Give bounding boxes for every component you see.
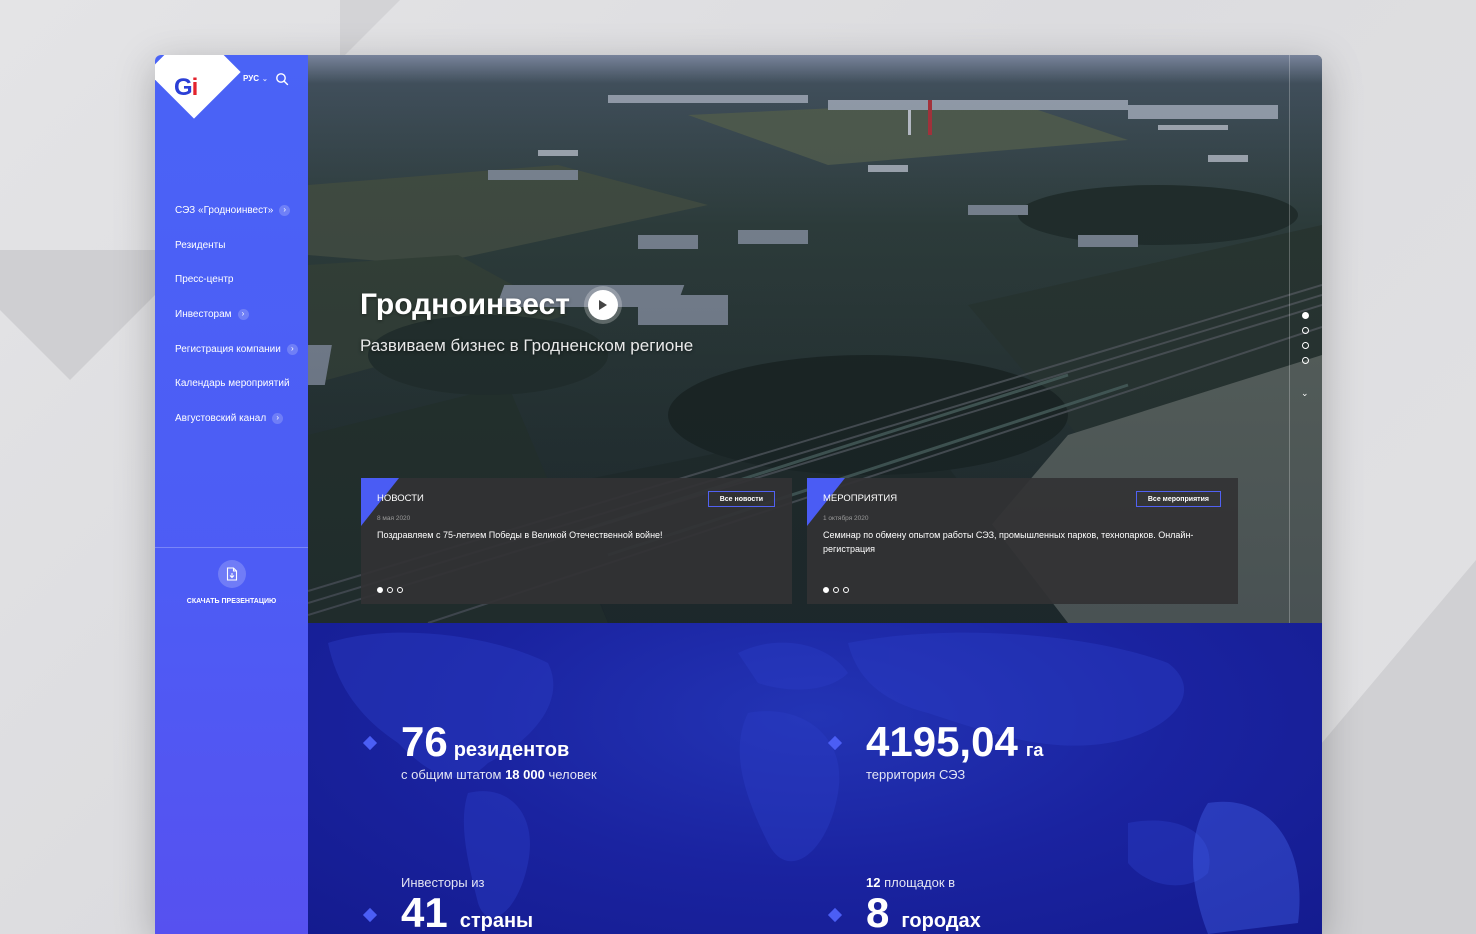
slide-dot[interactable] (1302, 342, 1309, 349)
card-dot[interactable] (377, 587, 383, 593)
sidebar-divider (155, 547, 308, 548)
chevron-right-icon: › (279, 204, 291, 216)
nav-item-canal[interactable]: Августовский канал › (175, 401, 298, 436)
download-presentation-button[interactable]: СКАЧАТЬ ПРЕЗЕНТАЦИЮ (155, 560, 308, 605)
stat-number: 41 (401, 889, 448, 934)
nav-item-label: Резиденты (175, 239, 226, 251)
hero-section: Гродноинвест Развиваем бизнес в Гродненс… (308, 55, 1322, 623)
chevron-right-icon: › (272, 412, 284, 424)
stat-number: 76 (401, 718, 448, 765)
card-text[interactable]: Семинар по обмену опытом работы СЭЗ, про… (823, 528, 1213, 556)
nav-item-label: Инвесторам (175, 308, 232, 320)
main-nav: СЭЗ «Гродноинвест» › Резиденты Пресс-цен… (175, 193, 298, 436)
stat-sites: 12 площадок в 8 городах (825, 875, 981, 934)
chevron-right-icon: › (286, 343, 298, 355)
stat-area: 4195,04 га территория СЭЗ (825, 721, 1043, 782)
nav-item-calendar[interactable]: Календарь мероприятий (175, 366, 298, 401)
stat-caption: территория СЭЗ (866, 767, 966, 782)
hero-divider-line (1289, 55, 1290, 623)
stat-unit: городах (901, 910, 981, 932)
card-pagination (823, 587, 849, 593)
all-events-button[interactable]: Все мероприятия (1135, 491, 1221, 507)
slide-dot[interactable] (1302, 327, 1309, 334)
nav-item-label: Регистрация компании (175, 343, 281, 355)
language-switcher[interactable]: РУС ⌄ (243, 74, 268, 83)
slide-pagination (1302, 312, 1309, 372)
chevron-down-icon: ⌄ (261, 75, 268, 83)
stat-caption: 12 площадок в (866, 875, 956, 890)
scroll-down-icon[interactable]: ⌄ (1301, 388, 1309, 399)
card-date: 8 мая 2020 (377, 515, 411, 522)
play-video-button[interactable] (587, 290, 618, 320)
slide-dot[interactable] (1302, 357, 1309, 364)
browser-window: Gi РУС ⌄ СЭЗ «Гродноинвест» › Резиденты … (155, 55, 1322, 934)
stat-unit: резидентов (453, 739, 570, 761)
events-card: МЕРОПРИЯТИЯ Все мероприятия 1 октября 20… (807, 478, 1238, 604)
download-label: СКАЧАТЬ ПРЕЗЕНТАЦИЮ (186, 598, 277, 605)
stat-number: 4195,04 (866, 718, 1018, 765)
stat-unit: страны (459, 910, 534, 932)
card-heading: МЕРОПРИЯТИЯ (823, 493, 898, 504)
stat-residents: 76 резидентов с общим штатом 18 000 челов… (360, 721, 597, 782)
document-icon (217, 560, 246, 588)
hero-title: Гродноинвест (360, 288, 618, 322)
nav-item-residents[interactable]: Резиденты (175, 228, 298, 263)
language-label: РУС (243, 74, 259, 83)
card-heading: НОВОСТИ (377, 493, 424, 504)
hero-title-text: Гродноинвест (360, 288, 570, 321)
card-dot[interactable] (397, 587, 403, 593)
card-text[interactable]: Поздравляем с 75-летием Победы в Великой… (377, 528, 767, 542)
chevron-right-icon: › (237, 308, 249, 320)
nav-item-label: Пресс-центр (175, 274, 234, 286)
card-dot[interactable] (833, 587, 839, 593)
nav-item-label: Календарь мероприятий (175, 378, 290, 390)
card-dot[interactable] (823, 587, 829, 593)
stat-investors: Инвесторы из 41 страны (360, 875, 533, 934)
card-dot[interactable] (843, 587, 849, 593)
stat-number: 8 (866, 889, 890, 934)
nav-item-label: Августовский канал (175, 412, 267, 424)
card-date: 1 октября 2020 (823, 515, 869, 522)
search-icon[interactable] (275, 72, 289, 86)
nav-item-sez[interactable]: СЭЗ «Гродноинвест» › (175, 193, 298, 228)
card-dot[interactable] (387, 587, 393, 593)
sidebar: Gi РУС ⌄ СЭЗ «Гродноинвест» › Резиденты … (155, 55, 308, 934)
diamond-icon (362, 735, 378, 751)
play-icon (599, 300, 608, 310)
diamond-icon (827, 735, 843, 751)
nav-item-press[interactable]: Пресс-центр (175, 262, 298, 297)
nav-item-label: СЭЗ «Гродноинвест» (175, 204, 274, 216)
news-card: НОВОСТИ Все новости 8 мая 2020 Поздравля… (361, 478, 792, 604)
slide-dot[interactable] (1302, 312, 1309, 319)
nav-item-registration[interactable]: Регистрация компании › (175, 332, 298, 367)
card-pagination (377, 587, 403, 593)
stats-section: 76 резидентов с общим штатом 18 000 челов… (308, 623, 1322, 934)
logo[interactable]: Gi (155, 55, 241, 127)
nav-item-investors[interactable]: Инвесторам › (175, 297, 298, 332)
diamond-icon (827, 907, 843, 923)
stat-caption: с общим штатом 18 000 человек (401, 767, 597, 782)
hero-subtitle: Развиваем бизнес в Гродненском регионе (360, 336, 694, 355)
stat-caption: Инвесторы из (401, 875, 485, 890)
stat-unit: га (1025, 740, 1044, 760)
diamond-icon (362, 907, 378, 923)
all-news-button[interactable]: Все новости (707, 491, 775, 507)
